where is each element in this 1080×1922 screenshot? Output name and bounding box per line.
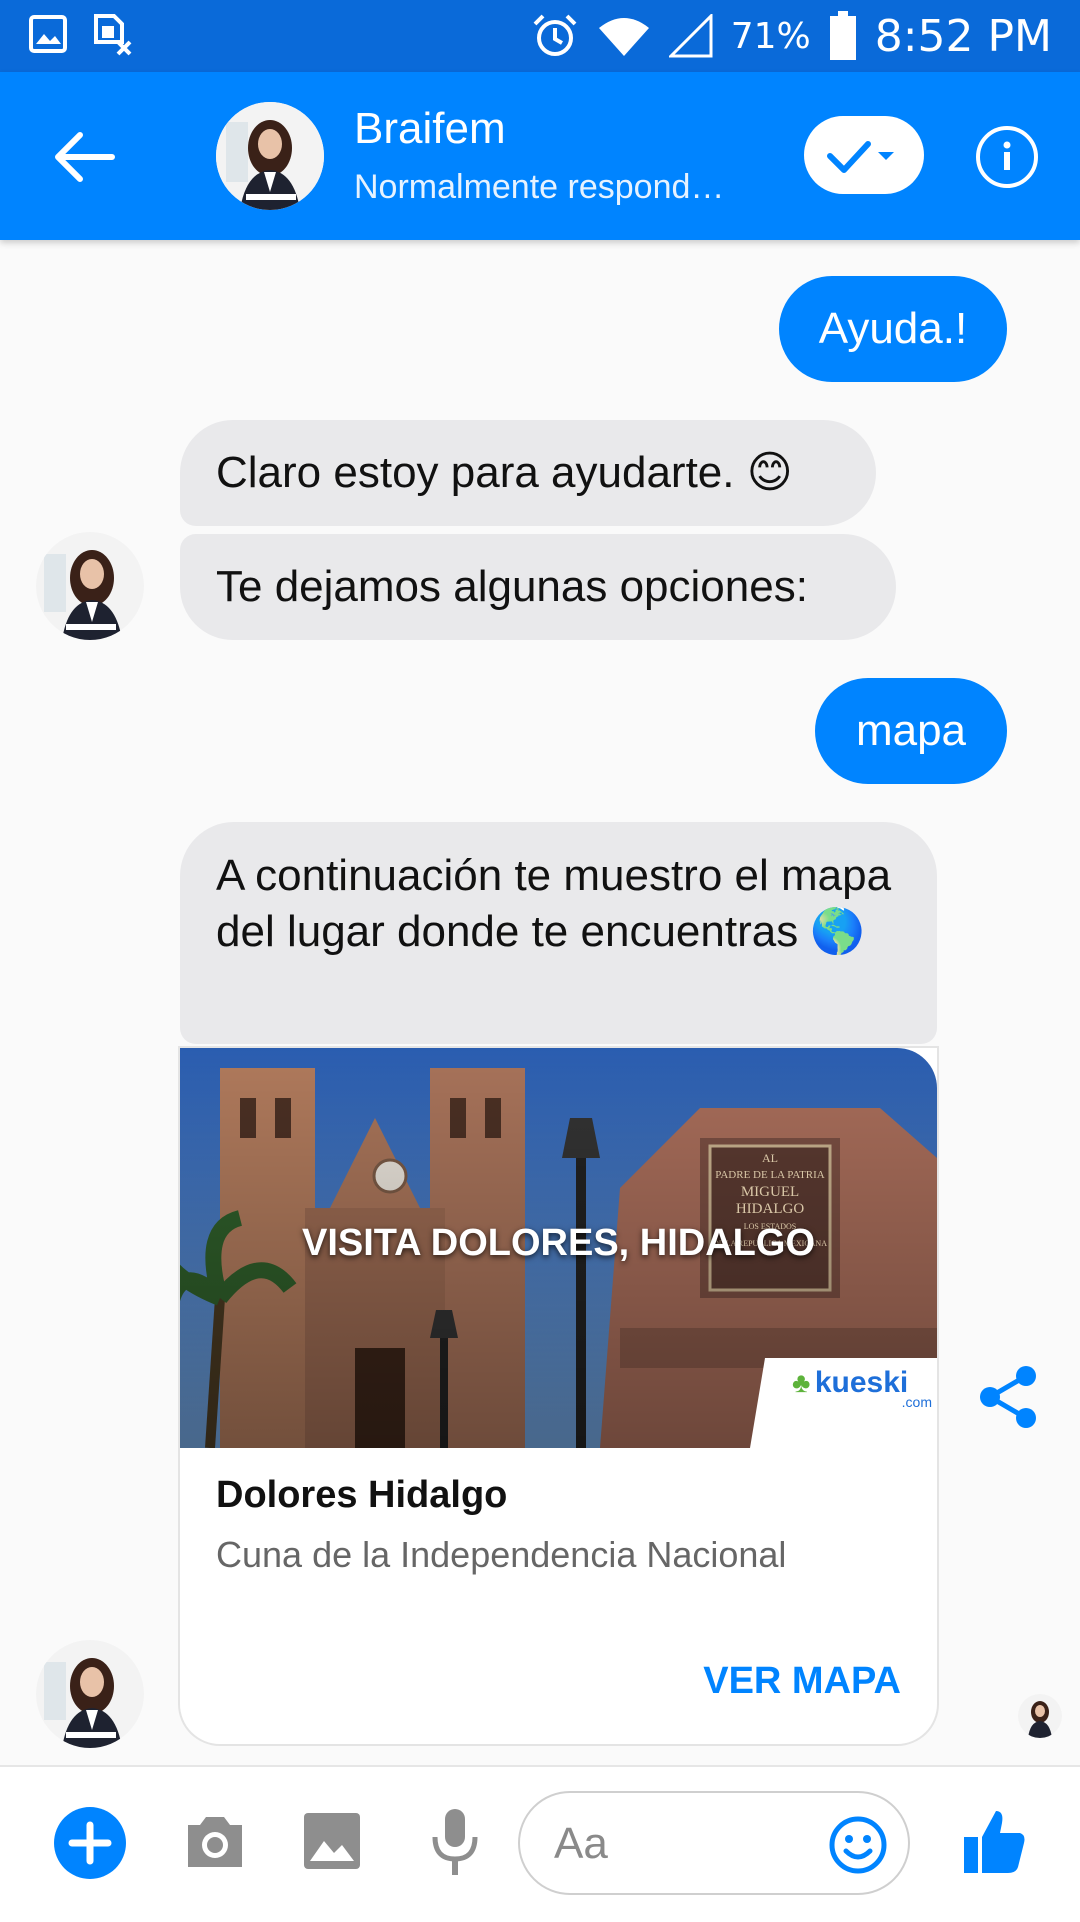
message-text: Claro estoy para ayudarte. 😊 [216,448,793,497]
alarm-icon [533,14,577,56]
contact-name: Braifem [354,104,506,153]
battery-icon [829,11,856,60]
conversation-header: Braifem Normalmente respond… [0,72,1080,240]
card-subtitle: Cuna de la Independencia Nacional [216,1534,787,1575]
gallery-icon [29,15,67,53]
message-incoming[interactable]: Claro estoy para ayudarte. 😊 [180,420,876,526]
contact-status: Normalmente respond… [354,168,725,206]
check-dropdown-button[interactable] [804,116,924,194]
checkmark-icon [827,141,894,173]
back-arrow-icon[interactable] [50,122,120,192]
plus-button[interactable] [54,1807,126,1879]
seen-receipt-avatar [1018,1694,1062,1738]
message-outgoing[interactable]: Ayuda.! [779,276,1007,382]
clock: 8:52 PM [874,10,1052,62]
thumbs-up-icon[interactable] [962,1807,1028,1875]
signal-icon [668,14,713,58]
plus-icon [68,1821,112,1865]
message-input[interactable]: Aa [518,1791,910,1895]
message-composer: Aa [0,1765,1080,1922]
sim-off-icon [94,14,132,56]
plant-icon: ♣ [792,1367,811,1398]
microphone-icon[interactable] [430,1807,480,1879]
message-text: mapa [855,706,967,755]
contact-avatar-small[interactable] [36,532,144,640]
camera-icon[interactable] [182,1811,248,1873]
link-card[interactable]: AL PADRE DE LA PATRIA MIGUEL HIDALGO LOS… [180,1048,937,1744]
card-title: Dolores Hidalgo [216,1474,508,1516]
battery-percent: 71% [730,15,811,57]
message-text: Te dejamos algunas opciones: [216,562,808,611]
message-incoming[interactable]: A continuación te muestro el mapa del lu… [180,822,937,1044]
message-incoming[interactable]: Te dejamos algunas opciones: [180,534,896,640]
share-icon[interactable] [978,1364,1040,1430]
message-outgoing[interactable]: mapa [815,678,1007,784]
info-icon[interactable] [976,126,1038,188]
status-bar: 71% 8:52 PM [0,0,1080,72]
message-text: A continuación te muestro el mapa del lu… [216,851,892,956]
image-caption: VISITA DOLORES, HIDALGO [301,1222,816,1264]
ver-mapa-button[interactable]: VER MAPA [703,1660,901,1703]
kueski-logo: ♣ kueski .com [792,1366,932,1410]
message-input-placeholder: Aa [554,1819,608,1868]
message-text: Ayuda.! [818,304,968,353]
contact-avatar[interactable] [216,102,324,210]
emoji-icon[interactable] [828,1815,888,1875]
wifi-icon [598,18,649,56]
card-image[interactable]: AL PADRE DE LA PATRIA MIGUEL HIDALGO LOS… [180,1048,937,1448]
contact-avatar-small[interactable] [36,1640,144,1748]
image-icon[interactable] [302,1811,362,1871]
